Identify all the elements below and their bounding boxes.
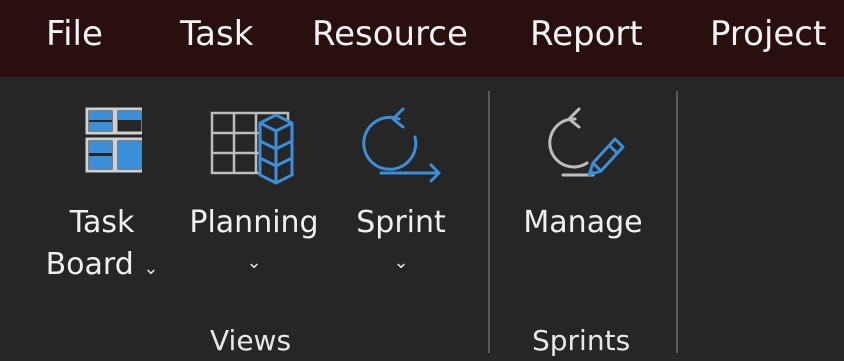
sprints-group-label: Sprints — [532, 324, 631, 357]
menu-file[interactable]: File — [46, 14, 103, 54]
manage-label: Manage — [523, 205, 643, 240]
task-board-button[interactable]: Task Board ⌄ — [40, 105, 164, 285]
sprint-button[interactable]: Sprint ⌄ — [346, 105, 456, 281]
manage-button[interactable]: Manage — [510, 105, 656, 245]
menu-task[interactable]: Task — [180, 14, 253, 54]
sprint-label: Sprint — [356, 205, 446, 240]
planning-label: Planning — [189, 205, 319, 240]
task-board-label-line2: Board ⌄ — [46, 245, 159, 285]
planning-icon — [210, 111, 294, 185]
sprint-icon — [362, 107, 441, 183]
chevron-down-icon: ⌄ — [246, 252, 262, 273]
ribbon: Task Board ⌄ Planning ⌄ Sprint ⌄ Views M… — [0, 77, 844, 361]
planning-button[interactable]: Planning ⌄ — [178, 105, 330, 281]
menu-resource[interactable]: Resource — [312, 14, 468, 54]
task-board-label-line1: Task — [69, 205, 135, 240]
menu-project[interactable]: Project — [710, 14, 826, 54]
task-board-icon — [85, 107, 142, 173]
manage-sprints-icon — [548, 107, 625, 177]
group-separator — [488, 91, 490, 353]
menu-report[interactable]: Report — [530, 14, 643, 54]
chevron-down-icon: ⌄ — [393, 252, 409, 273]
task-board-label-board: Board — [45, 247, 134, 282]
views-group-label: Views — [210, 324, 292, 357]
menu-bar: File Task Resource Report Project — [0, 0, 844, 77]
group-separator — [676, 91, 678, 353]
chevron-down-icon: ⌄ — [143, 258, 159, 279]
